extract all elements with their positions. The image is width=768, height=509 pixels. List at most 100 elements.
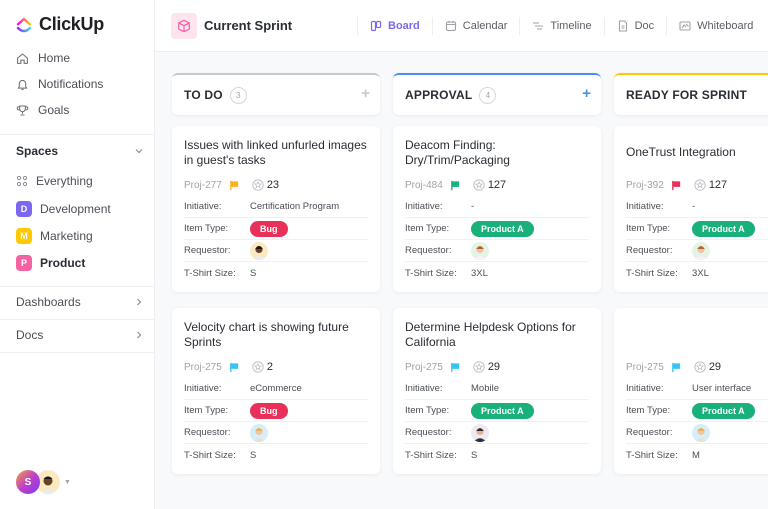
spaces-header[interactable]: Spaces <box>16 144 144 158</box>
initiative-value[interactable]: User interface <box>692 383 751 394</box>
tshirt-size-value[interactable]: S <box>250 268 256 279</box>
board-column: TO DO 3 + <box>172 73 380 115</box>
priority-flag-icon[interactable] <box>450 362 461 373</box>
star-badge-icon <box>252 179 264 191</box>
logo[interactable]: ClickUp <box>15 14 104 35</box>
task-card[interactable]: OneTrust Integration Proj-392 127 Initia… <box>614 126 768 292</box>
column-header[interactable]: TO DO 3 + <box>172 73 380 115</box>
star-badge-icon <box>252 361 264 373</box>
tshirt-size-value[interactable]: M <box>692 450 700 461</box>
requestor-avatar[interactable] <box>250 241 268 260</box>
sidebar-item-goals[interactable]: Goals <box>16 103 69 117</box>
task-card[interactable]: Determine Helpdesk Options for Californi… <box>393 308 601 474</box>
priority-flag-icon[interactable] <box>229 362 240 373</box>
user-menu[interactable]: S ▼ <box>16 470 71 494</box>
tshirt-size-value[interactable]: S <box>250 450 256 461</box>
priority-flag-icon[interactable] <box>450 180 461 191</box>
sidebar-item-label: Goals <box>38 103 70 117</box>
sidebar-space-development[interactable]: D Development <box>16 201 111 217</box>
sidebar-space-product[interactable]: P Product <box>16 255 85 271</box>
task-title[interactable]: Issues with linked unfurled images in gu… <box>184 138 368 168</box>
sprint-points[interactable]: 23 <box>252 179 279 191</box>
priority-flag-icon[interactable] <box>671 180 682 191</box>
priority-flag-icon[interactable] <box>229 180 240 191</box>
initiative-value[interactable]: - <box>471 201 474 212</box>
calendar-icon <box>445 21 456 32</box>
space-badge: D <box>16 201 32 217</box>
field-label: Item Type: <box>626 405 671 416</box>
field-item-type: Item Type: Product A <box>626 218 768 240</box>
task-card[interactable]: Deacom Finding: Dry/Trim/Packaging Proj-… <box>393 126 601 292</box>
initiative-value[interactable]: eCommerce <box>250 383 302 394</box>
field-label: Requestor: <box>405 245 452 256</box>
points-value: 127 <box>487 179 507 191</box>
points-value: 29 <box>487 361 501 373</box>
sidebar-item-dashboards[interactable]: Dashboards <box>16 295 144 309</box>
field-requestor: Requestor: <box>184 422 368 444</box>
tshirt-size-value[interactable]: 3XL <box>471 268 488 279</box>
tab-doc[interactable]: Doc <box>612 20 660 32</box>
everything-icon <box>16 175 28 187</box>
field-requestor: Requestor: <box>405 240 589 262</box>
sprint-points[interactable]: 127 <box>694 179 727 191</box>
task-card[interactable]: Proj-275 29 Initiative: User interface I… <box>614 308 768 474</box>
field-label: Item Type: <box>405 405 450 416</box>
task-id: Proj-277 <box>184 179 222 191</box>
space-badge: P <box>16 255 32 271</box>
task-title[interactable]: Velocity chart is showing future Sprints <box>184 320 368 350</box>
tab-timeline[interactable]: Timeline <box>527 20 596 32</box>
requestor-avatar[interactable] <box>250 423 268 442</box>
add-task-icon[interactable]: + <box>361 86 370 101</box>
task-card[interactable]: Velocity chart is showing future Sprints… <box>172 308 380 474</box>
task-title[interactable]: Determine Helpdesk Options for Californi… <box>405 320 589 350</box>
priority-flag-icon[interactable] <box>671 362 682 373</box>
requestor-avatar[interactable] <box>471 423 489 442</box>
requestor-avatar[interactable] <box>471 241 489 260</box>
sidebar-space-marketing[interactable]: M Marketing <box>16 228 93 244</box>
item-type-pill[interactable]: Product A <box>471 220 534 237</box>
tshirt-size-value[interactable]: S <box>471 450 477 461</box>
task-id: Proj-392 <box>626 179 664 191</box>
field-item-type: Item Type: Product A <box>405 218 589 240</box>
sidebar-item-home[interactable]: Home <box>16 51 70 65</box>
item-type-pill[interactable]: Bug <box>250 220 288 237</box>
field-item-type: Item Type: Bug <box>184 400 368 422</box>
initiative-value[interactable]: - <box>692 201 695 212</box>
tab-calendar[interactable]: Calendar <box>440 20 513 32</box>
item-type-pill[interactable]: Product A <box>692 402 755 419</box>
initiative-value[interactable]: Mobile <box>471 383 499 394</box>
sprint-points[interactable]: 29 <box>694 361 721 373</box>
item-type-pill[interactable]: Product A <box>471 402 534 419</box>
sidebar-item-label: Everything <box>36 174 93 188</box>
sidebar-item-everything[interactable]: Everything <box>16 174 93 188</box>
add-task-icon[interactable]: + <box>582 86 591 101</box>
field-label: Requestor: <box>626 245 673 256</box>
tab-separator <box>357 17 358 35</box>
sprint-points[interactable]: 127 <box>473 179 506 191</box>
star-badge-icon <box>473 179 485 191</box>
task-meta: Proj-484 127 <box>405 176 589 194</box>
task-title[interactable]: Deacom Finding: Dry/Trim/Packaging <box>405 138 589 168</box>
item-type-pill[interactable]: Bug <box>250 402 288 419</box>
field-label: T-Shirt Size: <box>184 267 236 279</box>
item-type-pill[interactable]: Product A <box>692 220 755 237</box>
column-header[interactable]: APPROVAL 4 + <box>393 73 601 115</box>
tab-board[interactable]: Board <box>365 20 425 32</box>
initiative-value[interactable]: Certification Program <box>250 201 339 212</box>
sidebar-item-docs[interactable]: Docs <box>16 328 144 342</box>
task-meta: Proj-275 29 <box>405 358 589 376</box>
sidebar-item-notifications[interactable]: Notifications <box>16 77 103 91</box>
tshirt-size-value[interactable]: 3XL <box>692 268 709 279</box>
column-header[interactable]: READY FOR SPRINT <box>614 73 768 115</box>
requestor-avatar[interactable] <box>692 423 710 442</box>
task-card[interactable]: Issues with linked unfurled images in gu… <box>172 126 380 292</box>
sprint-points[interactable]: 29 <box>473 361 500 373</box>
sprint-points[interactable]: 2 <box>252 361 273 373</box>
task-title[interactable]: OneTrust Integration <box>626 138 768 168</box>
requestor-avatar[interactable] <box>692 241 710 260</box>
field-label: T-Shirt Size: <box>405 449 457 461</box>
task-title[interactable] <box>626 320 768 350</box>
sidebar-item-label: Dashboards <box>16 295 81 309</box>
board: TO DO 3 + Issues with linked unfurled im… <box>155 52 768 509</box>
tab-whiteboard[interactable]: Whiteboard <box>674 20 758 32</box>
